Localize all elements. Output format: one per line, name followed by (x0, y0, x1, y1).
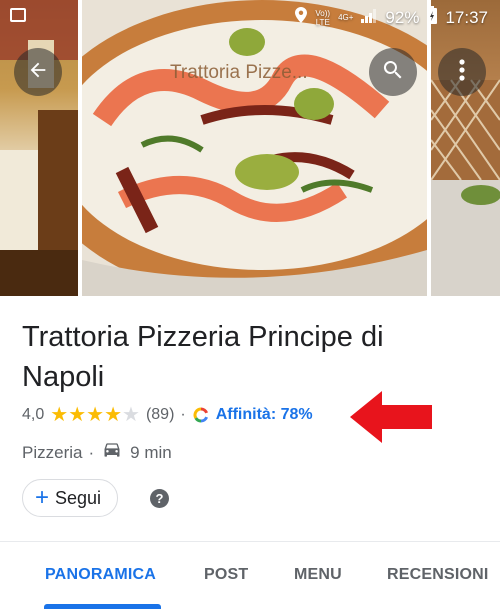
plus-icon: + (35, 484, 50, 511)
tab-bar: PANORAMICA POST MENU RECENSIONI (0, 560, 500, 611)
follow-button[interactable]: + Segui (22, 479, 119, 517)
location-icon (295, 7, 308, 28)
network-label: Vo)) LTE (315, 8, 331, 27)
photo-interior[interactable] (0, 0, 78, 296)
star-icon: ★ (104, 404, 122, 426)
place-title: Trattoria Pizzeria Principe di Napoli (22, 321, 384, 393)
category-row: Pizzeria · 9 min (22, 441, 172, 464)
affinity-label: Affinità: 78% (215, 406, 313, 423)
active-tab-indicator (44, 604, 161, 609)
status-bar: Vo)) LTE 4G+ 92% 17:37 (0, 0, 500, 34)
status-right: Vo)) LTE 4G+ 92% 17:37 (295, 6, 488, 29)
tab-post[interactable]: POST (204, 566, 248, 584)
annotation-arrow-icon (350, 391, 432, 443)
separator: · (88, 442, 95, 462)
star-icon: ★ (122, 404, 140, 426)
rating-row[interactable]: 4,0 ★ ★ ★ ★ ★ (89) · Affinità: 78% (22, 405, 313, 425)
battery-percent: 92% (385, 7, 420, 27)
divider (0, 541, 500, 542)
google-logo-icon (193, 407, 208, 423)
photo-carousel[interactable] (0, 0, 500, 296)
category-label: Pizzeria (22, 442, 83, 462)
drive-time: 9 min (130, 442, 172, 462)
image-icon (10, 8, 26, 22)
more-options-button[interactable] (438, 48, 486, 96)
star-icon: ★ (68, 404, 87, 426)
tab-menu[interactable]: MENU (294, 566, 342, 584)
back-arrow-icon (27, 59, 49, 86)
tab-recensioni[interactable]: RECENSIONI (387, 566, 489, 584)
signal-type: 4G+ (338, 13, 354, 22)
affinity-score[interactable]: Affinità: 78% (192, 406, 313, 424)
photo-overlay-title: Trattoria Pizze... (170, 62, 308, 83)
star-rating: ★ ★ ★ ★ ★ (50, 405, 140, 425)
separator: · (180, 406, 186, 423)
star-icon: ★ (86, 404, 105, 426)
battery-icon (427, 6, 438, 29)
star-icon: ★ (50, 404, 69, 426)
search-icon (381, 58, 405, 87)
help-icon[interactable]: ? (150, 489, 169, 508)
search-button[interactable] (369, 48, 417, 96)
tab-panoramica[interactable]: PANORAMICA (45, 566, 156, 584)
follow-label: Segui (55, 487, 102, 508)
car-icon (102, 441, 122, 464)
more-vert-icon (459, 58, 465, 86)
photo-pizza[interactable] (82, 0, 427, 296)
signal-icon (361, 8, 377, 28)
clock: 17:37 (445, 7, 488, 27)
review-count[interactable]: (89) (146, 406, 174, 424)
back-button[interactable] (14, 48, 62, 96)
rating-value: 4,0 (22, 406, 45, 423)
photo-terrace[interactable] (431, 0, 500, 296)
